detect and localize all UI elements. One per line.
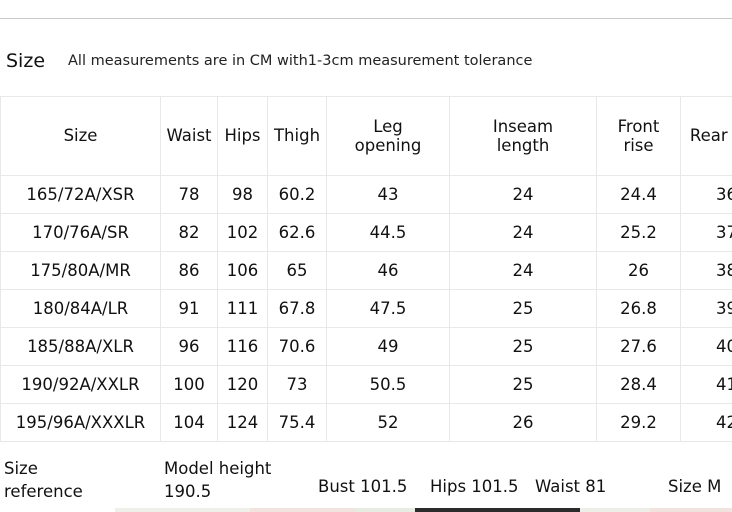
bottom-edge-segment [355,508,415,512]
cell-thigh: 67.8 [267,289,327,328]
top-divider [0,18,732,19]
table-header-row: Size Waist Hips Thigh Leg opening Inseam… [0,96,732,176]
cell-thigh: 65 [267,251,327,290]
cell-waist: 104 [160,403,218,442]
column-header-leg-opening: Leg opening [326,96,450,176]
cell-front-rise: 26 [596,251,681,290]
cell-size: 190/92A/XXLR [0,365,161,404]
bottom-edge-segment [250,508,355,512]
cell-thigh: 70.6 [267,327,327,366]
size-reference-label: Size reference [4,459,83,502]
table-row: 175/80A/MR 86 106 65 46 24 26 38 [0,251,732,290]
cell-waist: 91 [160,289,218,328]
bottom-edge-segment [0,508,115,512]
cell-hips: 98 [217,175,268,214]
cell-hips: 120 [217,365,268,404]
column-header-front-rise: Front rise [596,96,681,176]
cell-leg-opening: 47.5 [326,289,450,328]
column-header-inseam-length: Inseam length [449,96,597,176]
cell-thigh: 73 [267,365,327,404]
bottom-edge-segment [115,508,250,512]
cell-rear-rise: 39 [680,289,732,328]
cell-thigh: 75.4 [267,403,327,442]
cell-waist: 100 [160,365,218,404]
cell-waist: 78 [160,175,218,214]
cell-thigh: 62.6 [267,213,327,252]
table-row: 165/72A/XSR 78 98 60.2 43 24 24.4 36 [0,175,732,214]
bottom-edge-segment [415,508,580,512]
cell-hips: 106 [217,251,268,290]
size-reference-model-height: Model height 190.5 [164,459,272,502]
bottom-edge-segment [580,508,650,512]
cell-leg-opening: 49 [326,327,450,366]
bottom-edge-segment [650,508,732,512]
size-reference-size: Size M [668,477,722,496]
size-chart-table: Size Waist Hips Thigh Leg opening Inseam… [0,96,732,442]
table-row: 195/96A/XXXLR 104 124 75.4 52 26 29.2 42 [0,403,732,442]
cell-hips: 116 [217,327,268,366]
cell-hips: 124 [217,403,268,442]
cell-rear-rise: 40 [680,327,732,366]
cell-inseam-length: 25 [449,365,597,404]
cell-size: 165/72A/XSR [0,175,161,214]
column-header-thigh: Thigh [267,96,327,176]
cell-inseam-length: 24 [449,213,597,252]
cell-hips: 102 [217,213,268,252]
cell-front-rise: 24.4 [596,175,681,214]
cell-inseam-length: 24 [449,175,597,214]
cell-inseam-length: 26 [449,403,597,442]
cell-size: 175/80A/MR [0,251,161,290]
cell-size: 170/76A/SR [0,213,161,252]
size-reference-section: Size reference Model height 190.5 Bust 1… [0,455,732,512]
cell-front-rise: 29.2 [596,403,681,442]
cell-waist: 82 [160,213,218,252]
size-reference-bust: Bust 101.5 [318,477,408,496]
cell-leg-opening: 46 [326,251,450,290]
cell-leg-opening: 44.5 [326,213,450,252]
cell-inseam-length: 25 [449,289,597,328]
cell-front-rise: 28.4 [596,365,681,404]
size-reference-hips: Hips 101.5 [430,477,519,496]
cell-leg-opening: 52 [326,403,450,442]
measurement-note: All measurements are in CM with1-3cm mea… [68,53,533,69]
column-header-hips: Hips [217,96,268,176]
cell-front-rise: 27.6 [596,327,681,366]
cell-size: 185/88A/XLR [0,327,161,366]
cell-hips: 111 [217,289,268,328]
cell-rear-rise: 37 [680,213,732,252]
cell-rear-rise: 42 [680,403,732,442]
cell-rear-rise: 41 [680,365,732,404]
column-header-size: Size [0,96,161,176]
cell-waist: 96 [160,327,218,366]
table-row: 180/84A/LR 91 111 67.8 47.5 25 26.8 39 [0,289,732,328]
cell-rear-rise: 36 [680,175,732,214]
column-header-waist: Waist [160,96,218,176]
table-row: 185/88A/XLR 96 116 70.6 49 25 27.6 40 [0,327,732,366]
bottom-image-edge [0,508,732,512]
cell-size: 195/96A/XXXLR [0,403,161,442]
cell-thigh: 60.2 [267,175,327,214]
column-header-rear-rise: Rear rise [680,96,732,176]
table-row: 190/92A/XXLR 100 120 73 50.5 25 28.4 41 [0,365,732,404]
size-intro: Size All measurements are in CM with1-3c… [0,44,732,78]
table-row: 170/76A/SR 82 102 62.6 44.5 24 25.2 37 [0,213,732,252]
cell-waist: 86 [160,251,218,290]
cell-rear-rise: 38 [680,251,732,290]
cell-front-rise: 25.2 [596,213,681,252]
cell-inseam-length: 25 [449,327,597,366]
size-reference-waist: Waist 81 [535,477,607,496]
cell-inseam-length: 24 [449,251,597,290]
page-title: Size [6,50,46,72]
cell-front-rise: 26.8 [596,289,681,328]
cell-leg-opening: 43 [326,175,450,214]
cell-size: 180/84A/LR [0,289,161,328]
cell-leg-opening: 50.5 [326,365,450,404]
